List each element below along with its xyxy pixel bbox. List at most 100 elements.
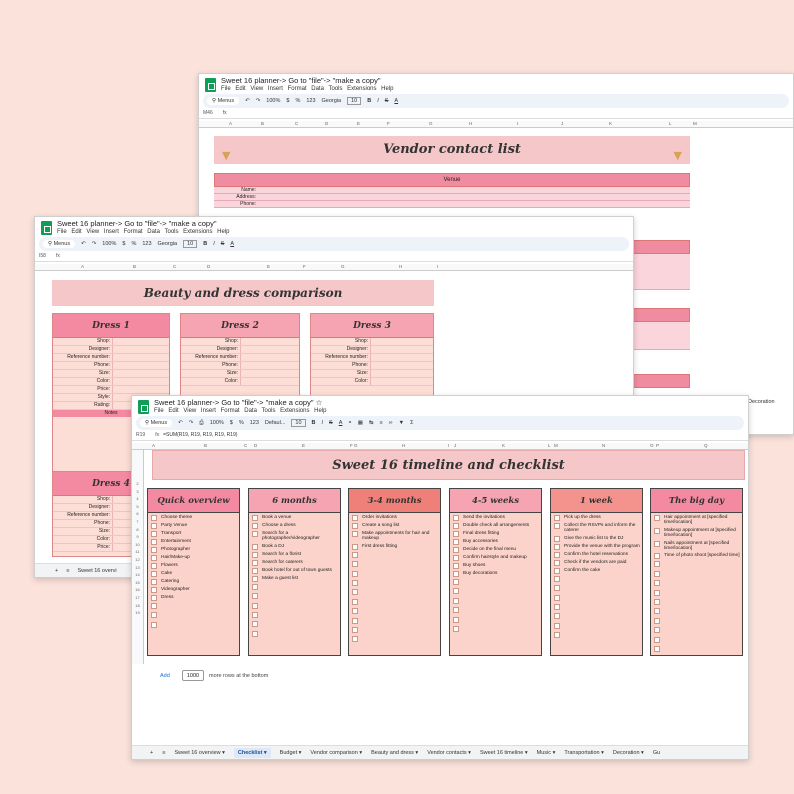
col-header[interactable]: I: [448, 443, 449, 448]
borders-icon[interactable]: ▦: [358, 420, 363, 426]
col-header[interactable]: G: [341, 264, 345, 269]
field-row[interactable]: Designer:: [311, 346, 433, 354]
col-header[interactable]: H: [469, 121, 472, 126]
name-box[interactable]: R19: [136, 432, 145, 438]
col-header[interactable]: A: [229, 121, 232, 126]
tab-overview[interactable]: Sweet 16 overvi: [77, 568, 116, 574]
checkbox[interactable]: [453, 571, 459, 577]
checkbox[interactable]: [252, 567, 258, 574]
bold-icon[interactable]: B: [203, 241, 207, 247]
link-icon[interactable]: ∞: [389, 420, 393, 426]
checkbox[interactable]: [654, 527, 660, 534]
percent-button[interactable]: %: [239, 420, 244, 426]
checkbox[interactable]: [352, 561, 358, 568]
checkbox[interactable]: [453, 539, 459, 545]
checkbox[interactable]: [252, 602, 258, 609]
align-icon[interactable]: ≡: [380, 420, 383, 426]
text-color-icon[interactable]: A: [394, 98, 398, 104]
field-row[interactable]: Color:: [181, 378, 299, 386]
col-header[interactable]: C: [244, 443, 247, 448]
undo-icon[interactable]: ↶: [178, 420, 183, 426]
col-header[interactable]: Q: [704, 443, 708, 448]
checkbox[interactable]: [151, 571, 157, 577]
all-sheets-icon[interactable]: ≡: [66, 568, 69, 574]
field-row[interactable]: Reference number:: [311, 354, 433, 362]
italic-icon[interactable]: I: [377, 98, 379, 104]
col-header[interactable]: N: [602, 443, 605, 448]
zoom-select[interactable]: 100%: [266, 98, 280, 104]
checkbox[interactable]: [453, 625, 459, 632]
font-size[interactable]: 10: [183, 240, 198, 248]
rows-count-input[interactable]: 1000: [182, 670, 204, 681]
star-icon[interactable]: ☆: [316, 398, 323, 407]
checkbox[interactable]: [352, 531, 358, 537]
checkbox[interactable]: [554, 622, 560, 629]
col-header[interactable]: C: [295, 121, 298, 126]
checkbox[interactable]: [554, 632, 560, 639]
field-row[interactable]: Reference number:: [181, 354, 299, 362]
col-header[interactable]: G: [354, 443, 358, 448]
checkbox[interactable]: [654, 553, 660, 560]
bold-icon[interactable]: B: [312, 420, 316, 426]
checkbox[interactable]: [654, 608, 660, 615]
checkbox[interactable]: [554, 575, 560, 582]
checkbox[interactable]: [654, 589, 660, 596]
menus-search[interactable]: ⚲ Menus: [43, 240, 76, 248]
checkbox[interactable]: [554, 585, 560, 592]
checkbox[interactable]: [151, 547, 157, 553]
checkbox[interactable]: [453, 547, 459, 553]
checkbox[interactable]: [453, 616, 459, 623]
col-header[interactable]: M: [693, 121, 697, 126]
field-row[interactable]: Phone:: [311, 362, 433, 370]
number-format-button[interactable]: 123: [306, 98, 315, 104]
checkbox[interactable]: [654, 580, 660, 587]
tab-beauty-dress[interactable]: Beauty and dress ▾: [371, 750, 418, 756]
all-sheets-icon[interactable]: ≡: [162, 750, 165, 756]
col-header[interactable]: J: [561, 121, 563, 126]
checkbox[interactable]: [654, 570, 660, 577]
checkbox[interactable]: [151, 539, 157, 545]
number-format-button[interactable]: 123: [250, 420, 259, 426]
col-header[interactable]: C: [173, 264, 176, 269]
vendor-row[interactable]: Address:: [214, 194, 690, 201]
checkbox[interactable]: [352, 608, 358, 615]
col-header[interactable]: B: [133, 264, 136, 269]
text-color-icon[interactable]: A: [339, 420, 343, 426]
checkbox[interactable]: [453, 531, 459, 537]
checkbox[interactable]: [151, 515, 157, 521]
merge-icon[interactable]: ↹: [369, 420, 374, 426]
font-size[interactable]: 10: [347, 97, 362, 105]
checkbox[interactable]: [151, 612, 157, 619]
tab-decoration[interactable]: Decoration ▾: [613, 750, 644, 756]
checkbox[interactable]: [554, 551, 560, 558]
add-sheet-icon[interactable]: +: [150, 750, 153, 756]
redo-icon[interactable]: ↷: [189, 420, 194, 426]
col-header[interactable]: K: [502, 443, 505, 448]
add-rows-button[interactable]: Add: [160, 673, 170, 679]
font-select[interactable]: Georgia: [322, 98, 342, 104]
checkbox[interactable]: [151, 587, 157, 593]
doc-title[interactable]: Sweet 16 planner-> Go to "file"-> "make …: [57, 219, 216, 228]
font-select[interactable]: Defaul...: [265, 420, 285, 426]
menu-bar[interactable]: File Edit View Insert Format Data Tools …: [221, 86, 394, 92]
checkbox[interactable]: [352, 598, 358, 605]
doc-title[interactable]: Sweet 16 planner-> Go to "file"-> "make …: [221, 76, 380, 85]
undo-icon[interactable]: ↶: [81, 241, 86, 247]
checkbox[interactable]: [554, 535, 560, 542]
checkbox[interactable]: [252, 523, 258, 529]
menu-bar[interactable]: File Edit View Insert Format Data Tools …: [154, 408, 327, 414]
field-row[interactable]: Shop:: [311, 338, 433, 346]
col-header[interactable]: D: [254, 443, 257, 448]
checkbox[interactable]: [654, 636, 660, 643]
italic-icon[interactable]: I: [322, 420, 324, 426]
zoom-select[interactable]: 100%: [210, 420, 224, 426]
checkbox[interactable]: [554, 603, 560, 610]
field-row[interactable]: Designer:: [53, 346, 169, 354]
col-header[interactable]: F: [303, 264, 306, 269]
add-sheet-icon[interactable]: +: [55, 568, 58, 574]
field-row[interactable]: Phone:: [53, 362, 169, 370]
col-header[interactable]: D: [207, 264, 210, 269]
tab-vendor-comparison[interactable]: Vendor comparison ▾: [310, 750, 362, 756]
tab-guests[interactable]: Gu: [653, 750, 660, 756]
checkbox[interactable]: [453, 607, 459, 614]
